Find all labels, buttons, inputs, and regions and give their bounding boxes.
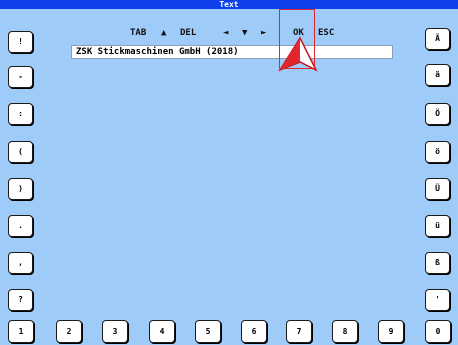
key-A-umlaut-upper[interactable]: Ä [425,28,450,50]
key-colon[interactable]: : [8,103,33,125]
key-hyphen[interactable]: - [8,66,33,88]
key-question[interactable]: ? [8,289,33,311]
key-apostrophe[interactable]: ' [425,289,450,311]
key-open-paren[interactable]: ( [8,141,33,163]
key-digit-5[interactable]: 5 [195,320,221,343]
key-period[interactable]: . [8,215,33,237]
key-comma[interactable]: , [8,252,33,274]
tab-button[interactable]: TAB [130,26,146,40]
key-a-umlaut-lower[interactable]: ä [425,64,450,86]
delete-button[interactable]: DEL [180,26,196,40]
key-digit-6[interactable]: 6 [241,320,267,343]
key-digit-2[interactable]: 2 [56,320,82,343]
key-digit-3[interactable]: 3 [102,320,128,343]
key-digit-4[interactable]: 4 [149,320,175,343]
key-close-paren[interactable]: ) [8,178,33,200]
key-exclamation[interactable]: ! [8,31,33,53]
ok-button[interactable]: OK [293,26,304,40]
cursor-right-button[interactable]: ► [261,26,266,40]
key-digit-0[interactable]: 0 [425,320,451,343]
cursor-down-button[interactable]: ▼ [242,26,247,40]
key-U-umlaut-upper[interactable]: Ü [425,178,450,200]
window-title: Text [0,0,458,9]
key-digit-9[interactable]: 9 [378,320,404,343]
esc-button[interactable]: ESC [318,26,334,40]
text-input[interactable]: ZSK Stickmaschinen GmbH (2018) [71,45,393,59]
key-o-umlaut-lower[interactable]: ö [425,141,450,163]
key-digit-1[interactable]: 1 [8,320,34,343]
key-eszett[interactable]: ß [425,252,450,274]
toolbar: TAB ▲ DEL ◄ ▼ ► OK ESC [0,26,458,40]
cursor-up-button[interactable]: ▲ [161,26,166,40]
key-u-umlaut-lower[interactable]: ü [425,215,450,237]
key-digit-8[interactable]: 8 [332,320,358,343]
cursor-left-button[interactable]: ◄ [223,26,228,40]
key-O-umlaut-upper[interactable]: Ö [425,103,450,125]
key-digit-7[interactable]: 7 [286,320,312,343]
